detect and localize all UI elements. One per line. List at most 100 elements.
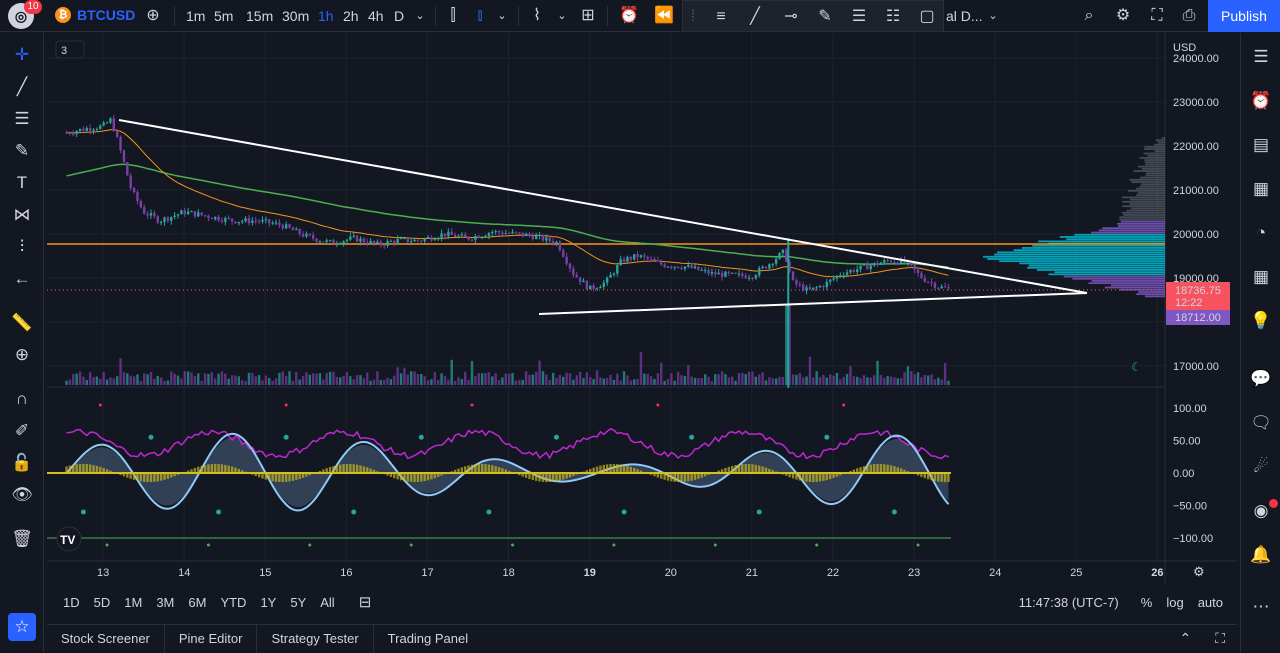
- indicators-icon[interactable]: ⌇: [527, 5, 547, 27]
- go-to-date-icon[interactable]: ⊟: [359, 593, 372, 611]
- percent-toggle[interactable]: %: [1141, 595, 1153, 610]
- timeframe-2h[interactable]: 2h: [343, 6, 359, 26]
- tab-strategy-tester[interactable]: Strategy Tester: [257, 625, 373, 653]
- trend-line-icon[interactable]: ╱: [743, 6, 767, 28]
- range-5d[interactable]: 5D: [94, 595, 111, 610]
- gear-icon[interactable]: ⚙: [1193, 564, 1205, 579]
- messages-icon[interactable]: 🗨: [1247, 409, 1275, 437]
- osc-histogram: [82, 464, 84, 473]
- range-5y[interactable]: 5Y: [290, 595, 306, 610]
- timeframe-d[interactable]: D: [394, 6, 404, 26]
- maximize-icon[interactable]: ⛶: [1203, 630, 1237, 647]
- layout-name[interactable]: al D...: [946, 6, 983, 26]
- horizontal-lines-icon[interactable]: ≡: [709, 6, 733, 28]
- range-all[interactable]: All: [320, 595, 334, 610]
- replay-icon[interactable]: ⏪: [654, 5, 674, 27]
- candle: [322, 241, 324, 242]
- chevron-down-icon[interactable]: ⌄: [986, 5, 1000, 27]
- timeframe-5m[interactable]: 5m: [214, 6, 233, 26]
- osc-histogram: [606, 464, 608, 473]
- timeframe-30m[interactable]: 30m: [282, 6, 309, 26]
- search-icon[interactable]: ⌕: [1078, 5, 1100, 27]
- gear-icon[interactable]: ⚙: [1112, 5, 1134, 27]
- fib-retracement-icon[interactable]: ☰: [8, 105, 36, 133]
- help-icon[interactable]: ⋯: [1247, 593, 1275, 621]
- currency-label[interactable]: USD: [1173, 42, 1196, 54]
- trash-icon[interactable]: 🗑: [8, 525, 36, 553]
- alert-icon[interactable]: ⏰: [618, 5, 640, 27]
- pattern-icon[interactable]: ⋈: [8, 201, 36, 229]
- watchlist-icon[interactable]: ☰: [1247, 43, 1275, 71]
- drag-handle-icon[interactable]: ⁞: [687, 6, 699, 28]
- brush-icon[interactable]: ✎: [813, 6, 837, 28]
- arrow-left-icon[interactable]: ←: [8, 265, 36, 293]
- fullscreen-icon[interactable]: ⛶: [1146, 5, 1168, 27]
- candle: [234, 221, 236, 223]
- ruler-icon[interactable]: 📏: [8, 309, 36, 337]
- data-window-icon[interactable]: ▤: [1247, 131, 1275, 159]
- camera-icon[interactable]: ⎙: [1178, 5, 1200, 27]
- timeframe-1m[interactable]: 1m: [186, 6, 205, 26]
- notifications-icon[interactable]: 🔔: [1247, 541, 1275, 569]
- range-1m[interactable]: 1M: [124, 595, 142, 610]
- candle: [623, 259, 625, 261]
- volume-bar: [305, 372, 307, 385]
- clock[interactable]: 11:47:38 (UTC-7): [1019, 595, 1119, 610]
- range-1y[interactable]: 1Y: [260, 595, 276, 610]
- volume-bar: [315, 374, 317, 385]
- brush-icon[interactable]: ✎: [8, 137, 36, 165]
- osc-histogram: [863, 466, 865, 473]
- zoom-icon[interactable]: ⊕: [8, 341, 36, 369]
- tab-trading-panel[interactable]: Trading Panel: [374, 625, 482, 653]
- candle: [390, 241, 392, 242]
- chevron-down-icon[interactable]: ⌄: [555, 5, 569, 27]
- horizontal-ray-icon[interactable]: ⊸: [779, 6, 803, 28]
- text-icon[interactable]: T: [8, 169, 36, 197]
- chevron-down-icon[interactable]: ⌄: [495, 5, 509, 27]
- bar-style-icon[interactable]: ⫾: [470, 5, 490, 27]
- log-toggle[interactable]: log: [1166, 595, 1183, 610]
- crosshair-icon[interactable]: ✛: [8, 41, 36, 69]
- candles-icon[interactable]: ⫿: [443, 5, 463, 27]
- alarm-icon[interactable]: ⏰: [1247, 87, 1275, 115]
- volume-bar: [501, 377, 503, 385]
- price-chart[interactable]: 24000.0023000.0022000.0021000.0020000.00…: [47, 33, 1237, 583]
- idea-stream-icon[interactable]: ☄: [1247, 453, 1275, 481]
- volume-bar: [113, 378, 115, 385]
- timeframe-1h[interactable]: 1h: [318, 6, 334, 26]
- volume-bar: [126, 373, 128, 385]
- drawing-mode-icon[interactable]: ✐: [8, 417, 36, 445]
- fib-icon[interactable]: ☰: [847, 6, 871, 28]
- volume-bar: [680, 375, 682, 385]
- trend-line-icon[interactable]: ╱: [8, 73, 36, 101]
- tab-pine-editor[interactable]: Pine Editor: [165, 625, 258, 653]
- ideas-icon[interactable]: 💡: [1247, 307, 1275, 335]
- range-ytd[interactable]: YTD: [220, 595, 246, 610]
- pane-collapse-button[interactable]: 3: [56, 41, 84, 58]
- timeframe-4h[interactable]: 4h: [368, 6, 384, 26]
- magnet-icon[interactable]: ∩: [8, 385, 36, 413]
- tab-stock-screener[interactable]: Stock Screener: [47, 625, 165, 653]
- auto-toggle[interactable]: auto: [1198, 595, 1223, 610]
- add-symbol-icon[interactable]: ⊕: [143, 5, 163, 27]
- chevron-down-icon[interactable]: ⌄: [413, 5, 427, 27]
- lock-icon[interactable]: 🔓: [8, 449, 36, 477]
- calendar-icon[interactable]: ▦: [1247, 263, 1275, 291]
- prediction-icon[interactable]: ⫶: [8, 233, 36, 261]
- eye-icon[interactable]: 👁: [8, 481, 36, 509]
- chevron-up-icon[interactable]: ⌃: [1167, 630, 1203, 647]
- favorites-icon[interactable]: ☆: [8, 613, 36, 641]
- rectangle-icon[interactable]: ▢: [915, 6, 939, 28]
- templates-icon[interactable]: ⊞: [578, 5, 598, 27]
- range-6m[interactable]: 6M: [188, 595, 206, 610]
- range-1d[interactable]: 1D: [63, 595, 80, 610]
- volume-bar: [934, 379, 936, 385]
- hotlist-icon[interactable]: ◔: [1247, 219, 1275, 247]
- symbol-search[interactable]: ₿ BTCUSD: [55, 7, 135, 23]
- publish-button[interactable]: Publish: [1208, 0, 1280, 32]
- chat-icon[interactable]: 💬: [1247, 365, 1275, 393]
- pattern-icon[interactable]: ☷: [881, 6, 905, 28]
- news-icon[interactable]: ▦: [1247, 175, 1275, 203]
- timeframe-15m[interactable]: 15m: [246, 6, 273, 26]
- range-3m[interactable]: 3M: [156, 595, 174, 610]
